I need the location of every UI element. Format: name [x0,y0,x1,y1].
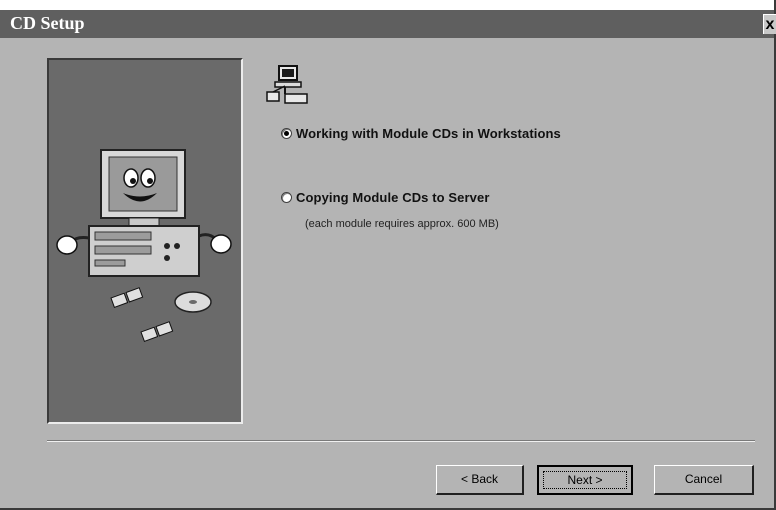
radio-selected-dot [284,131,289,136]
button-separator [47,440,755,442]
option-server-note: (each module requires approx. 600 MB) [305,218,499,230]
cancel-button[interactable]: Cancel [654,465,754,495]
back-button-label: < Back [460,472,499,486]
radio-server[interactable] [281,192,292,203]
option-workstations-label[interactable]: Working with Module CDs in Workstations [296,126,561,141]
cancel-button-label: Cancel [684,472,723,486]
computer-network-icon [266,65,308,104]
cd-setup-window: CD Setup x Working with Module CDs in Wo… [0,0,776,510]
focus-rectangle [543,471,627,489]
title-bar[interactable]: CD Setup x [0,10,776,38]
window-title: CD Setup [10,13,85,33]
cartoon-computer-illustration [56,149,232,343]
wizard-illustration-panel [47,58,243,424]
radio-workstations[interactable] [281,128,292,139]
option-server-label[interactable]: Copying Module CDs to Server [296,190,490,205]
back-button[interactable]: < Back [436,465,524,495]
next-button[interactable]: Next > [537,465,633,495]
close-button[interactable]: x [763,14,776,34]
window-top-strip [0,0,774,10]
